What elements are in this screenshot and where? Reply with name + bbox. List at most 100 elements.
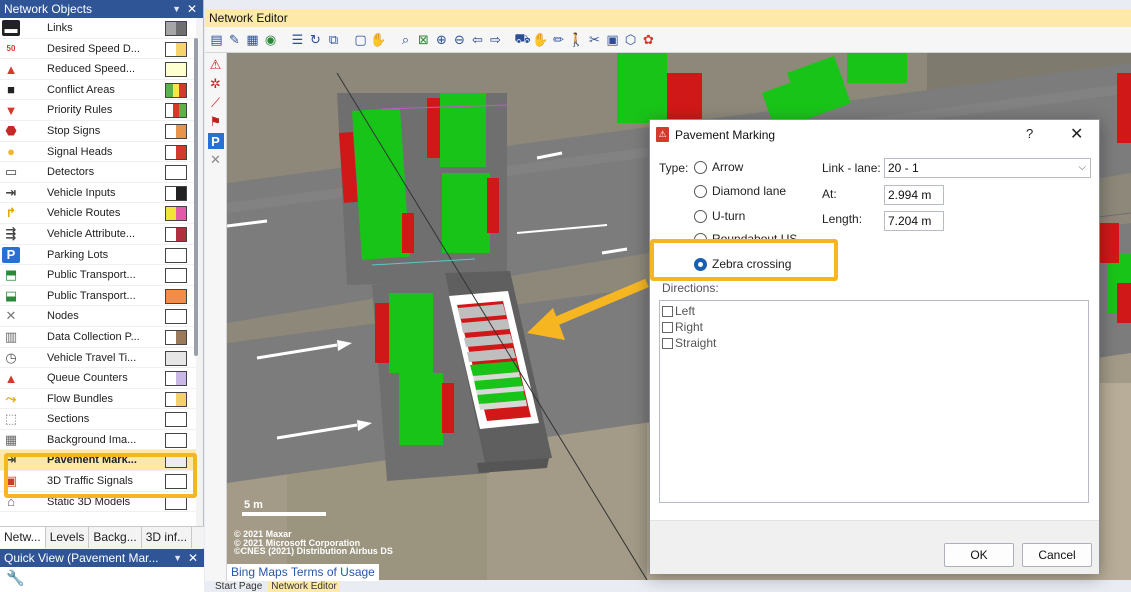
parking-sign-icon[interactable]: P <box>207 133 224 149</box>
vehicle-icon[interactable]: ⛟ <box>514 31 530 47</box>
tab-network-editor[interactable]: Network Editor <box>268 581 340 592</box>
list-item[interactable]: P Parking Lots <box>0 245 196 266</box>
zoom-in-icon[interactable]: ⊕ <box>434 32 449 47</box>
tab-network-objects[interactable]: Netw... <box>0 527 46 548</box>
radio-roundabout-us[interactable]: Roundabout US <box>694 232 797 240</box>
checkbox[interactable] <box>662 305 673 317</box>
at-field[interactable]: 2.994 m <box>884 185 944 205</box>
list-item[interactable]: ✕ Nodes <box>0 306 196 327</box>
close-icon[interactable]: ✕ <box>1070 124 1083 144</box>
back-icon[interactable]: ⇦ <box>470 32 485 47</box>
color-swatch[interactable] <box>165 288 187 304</box>
length-field[interactable]: 7.204 m <box>884 211 944 231</box>
radio-button[interactable] <box>694 184 707 198</box>
close-icon[interactable]: ✕ <box>187 0 197 18</box>
zoom-extent-icon[interactable]: ⊠ <box>416 32 431 47</box>
color-swatch[interactable] <box>165 474 187 490</box>
color-swatch[interactable] <box>165 432 187 448</box>
radio-diamond-lane[interactable]: Diamond lane <box>694 184 786 198</box>
tab-backgrounds[interactable]: Backg... <box>89 527 142 548</box>
warning-sign-icon[interactable]: ⚠ <box>208 57 224 73</box>
forward-icon[interactable]: ⇨ <box>488 32 503 47</box>
list-item[interactable]: ▲ Queue Counters <box>0 368 196 389</box>
crossing-icon[interactable]: ✕ <box>208 152 224 168</box>
network-settings-icon[interactable]: ✎ <box>227 32 242 47</box>
pin-icon[interactable]: ▼ <box>172 0 181 18</box>
zoom-out-icon[interactable]: ⊖ <box>452 32 467 47</box>
color-swatch[interactable] <box>165 268 187 284</box>
list-item[interactable]: ▬ Links <box>0 18 196 39</box>
radio-button[interactable] <box>694 160 707 174</box>
color-swatch[interactable] <box>165 226 187 242</box>
color-swatch[interactable] <box>165 185 187 201</box>
radio-zebra-crossing[interactable]: Zebra crossing <box>694 257 791 271</box>
color-swatch[interactable] <box>165 309 187 325</box>
direction-left-checkbox[interactable]: Left <box>662 304 695 318</box>
pan-hand-icon[interactable]: ✋ <box>370 32 386 47</box>
pedestrian-area-icon[interactable]: ✲ <box>208 76 224 92</box>
pedestrian-icon[interactable]: 🚶 <box>568 32 584 47</box>
color-swatch[interactable] <box>165 206 187 222</box>
color-swatch[interactable] <box>165 329 187 345</box>
radio-button[interactable] <box>694 232 707 240</box>
color-swatch[interactable] <box>165 165 187 181</box>
color-swatch[interactable] <box>165 412 187 428</box>
color-swatch[interactable] <box>165 391 187 407</box>
list-item[interactable]: ↱ Vehicle Routes <box>0 203 196 224</box>
close-icon[interactable]: ✕ <box>188 549 198 567</box>
ramp-icon[interactable]: ⟋ <box>208 95 224 111</box>
rotate-icon[interactable]: ↻ <box>308 32 323 47</box>
list-item[interactable]: ⤳ Flow Bundles <box>0 389 196 410</box>
pencil-icon[interactable]: ✏ <box>551 32 566 47</box>
list-item[interactable]: ⇥ Vehicle Inputs <box>0 183 196 204</box>
tab-start-page[interactable]: Start Page <box>215 581 262 592</box>
link-lane-select[interactable]: 20 - 1 ⌵ <box>884 158 1091 178</box>
list-item[interactable]: ◷ Vehicle Travel Ti... <box>0 348 196 369</box>
palette-icon[interactable]: ✿ <box>641 32 656 47</box>
color-swatch[interactable] <box>165 371 187 387</box>
wrench-icon[interactable]: 🔧 <box>6 569 25 587</box>
pedestrian-route-icon[interactable]: ⚑ <box>208 114 224 130</box>
copy-icon[interactable]: ⧉ <box>326 32 341 47</box>
list-item[interactable]: ⇥ Pavement Mark... <box>0 450 196 472</box>
checkbox[interactable] <box>662 337 673 349</box>
hand-icon[interactable]: ✋ <box>532 32 548 47</box>
list-item[interactable]: ▼ Priority Rules <box>0 100 196 121</box>
paste-icon[interactable]: ▢ <box>353 32 368 47</box>
color-swatch[interactable] <box>165 82 187 98</box>
globe-icon[interactable]: ◉ <box>263 32 278 47</box>
radio-arrow[interactable]: Arrow <box>694 160 743 174</box>
pin-icon[interactable]: ▼ <box>173 549 182 567</box>
color-swatch[interactable] <box>165 21 187 36</box>
list-item[interactable]: ⬚ Sections <box>0 409 196 430</box>
list-item[interactable]: ⌂ Static 3D Models <box>0 492 196 513</box>
list-item[interactable]: ⬣ Stop Signs <box>0 121 196 142</box>
cancel-button[interactable]: Cancel <box>1022 543 1092 567</box>
color-swatch[interactable] <box>165 62 187 78</box>
list-item[interactable]: ▥ Data Collection P... <box>0 327 196 348</box>
list-item[interactable]: ⬒ Public Transport... <box>0 265 196 286</box>
select-mode-icon[interactable]: ▤ <box>209 32 224 47</box>
color-swatch[interactable] <box>165 41 187 57</box>
radio-u-turn[interactable]: U-turn <box>694 209 745 223</box>
direction-straight-checkbox[interactable]: Straight <box>662 336 716 350</box>
checkbox[interactable] <box>662 321 673 333</box>
camera-icon[interactable]: ▣ <box>605 32 620 47</box>
radio-button-selected[interactable] <box>694 257 707 271</box>
zoom-region-icon[interactable]: ⌕ <box>398 32 413 47</box>
list-item[interactable]: 50 Desired Speed D... <box>0 39 196 60</box>
color-swatch[interactable] <box>165 453 187 469</box>
list-item[interactable]: ⇶ Vehicle Attribute... <box>0 224 196 245</box>
direction-right-checkbox[interactable]: Right <box>662 320 703 334</box>
list-icon[interactable]: ☰ <box>290 32 305 47</box>
tab-3d-info[interactable]: 3D inf... <box>142 527 193 548</box>
list-item[interactable]: ⬓ Public Transport... <box>0 286 196 307</box>
tab-levels[interactable]: Levels <box>46 527 90 548</box>
help-icon[interactable]: ? <box>1026 126 1033 141</box>
color-swatch[interactable] <box>165 144 187 160</box>
color-swatch[interactable] <box>165 103 187 119</box>
list-item[interactable]: ■ Conflict Areas <box>0 80 196 101</box>
3d-icon[interactable]: ⬡ <box>623 32 638 47</box>
radio-button[interactable] <box>694 209 707 223</box>
list-item[interactable]: ▭ Detectors <box>0 162 196 183</box>
